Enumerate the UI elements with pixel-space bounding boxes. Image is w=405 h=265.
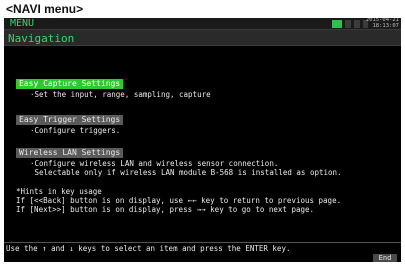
instruction-status-line: Use the ↑ and ↓ keys to select an item a… bbox=[4, 242, 401, 254]
datetime-display: 2015-04-21 18:13:07 bbox=[363, 18, 399, 29]
hint-line: If [Next>>] button is on display, press … bbox=[16, 205, 315, 214]
wireless-icon bbox=[345, 19, 351, 28]
menu-item-description: ·Set the input, range, sampling, capture bbox=[30, 90, 211, 99]
card-icon bbox=[332, 19, 342, 28]
hints-title: *Hints in key usage bbox=[16, 187, 102, 196]
navigation-title-bar: Navigation bbox=[4, 29, 401, 46]
menu-title: MENU bbox=[10, 18, 35, 29]
menu-item-description: ·Configure triggers. bbox=[30, 126, 121, 135]
key-hints: *Hints in key usage If [<<Back] button is… bbox=[16, 187, 341, 214]
menu-item-label[interactable]: Wireless LAN Settings bbox=[16, 148, 124, 158]
menu-item-label[interactable]: Easy Capture Settings bbox=[16, 79, 124, 89]
end-button[interactable]: End bbox=[373, 254, 397, 262]
menu-item-label[interactable]: Easy Trigger Settings bbox=[16, 115, 124, 125]
figure-caption: <NAVI menu> bbox=[6, 2, 84, 16]
menu-item-easy-trigger[interactable]: Easy Trigger Settings ·Configure trigger… bbox=[16, 107, 124, 135]
navigation-title: Navigation bbox=[8, 32, 75, 45]
menu-item-wireless-lan[interactable]: Wireless LAN Settings ·Configure wireles… bbox=[16, 140, 342, 177]
menu-item-easy-capture[interactable]: Easy Capture Settings ·Set the input, ra… bbox=[16, 71, 211, 99]
device-screen: MENU 2015-04-21 18:13:07 Navigation Easy… bbox=[4, 18, 401, 262]
top-status-bar: MENU 2015-04-21 18:13:07 bbox=[4, 18, 401, 29]
signal-icon bbox=[354, 19, 360, 28]
hint-line: If [<<Back] button is on display, use ←←… bbox=[16, 196, 342, 205]
menu-item-description: ·Configure wireless LAN and wireless sen… bbox=[30, 159, 342, 177]
